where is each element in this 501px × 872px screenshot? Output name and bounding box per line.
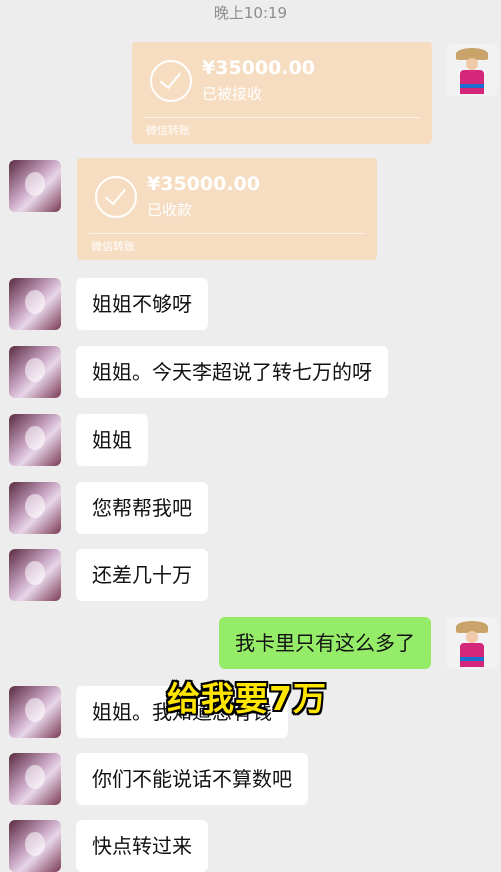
contact-avatar[interactable] [9,753,61,805]
avatar-face [25,561,45,585]
avatar-face [25,290,45,314]
transfer-amount: ¥35000.00 [147,173,260,195]
message-bubble[interactable]: 姐姐 [76,414,148,466]
my-message-bubble[interactable]: 我卡里只有这么多了 [219,617,431,669]
avatar-face [25,358,45,382]
transfer-label: 微信转账 [146,124,190,137]
avatar-face [25,426,45,450]
avatar-face [25,698,45,722]
transfer-label: 微信转账 [91,240,135,253]
avatar-face [25,832,45,856]
head-shape [466,58,478,70]
contact-avatar[interactable] [9,414,61,466]
contact-avatar[interactable] [9,686,61,738]
my-avatar[interactable] [446,617,498,669]
message-bubble[interactable]: 你们不能说话不算数吧 [76,753,308,805]
avatar-face [25,494,45,518]
contact-avatar[interactable] [9,549,61,601]
my-avatar[interactable] [446,44,498,96]
dress-shape [460,70,484,94]
avatar-face [25,765,45,789]
avatar-face [25,172,45,196]
contact-avatar[interactable] [9,346,61,398]
transfer-status: 已收款 [147,201,193,219]
contact-avatar[interactable] [9,482,61,534]
check-circle-icon [95,176,137,218]
message-bubble[interactable]: 姐姐不够呀 [76,278,208,330]
dress-shape [460,643,484,667]
transfer-card-received[interactable]: ¥35000.00 已收款 微信转账 [77,158,377,260]
message-bubble[interactable]: 快点转过来 [76,820,208,872]
message-bubble[interactable]: 姐姐。今天李超说了转七万的呀 [76,346,388,398]
dress-trim [460,84,484,88]
message-bubble[interactable]: 还差几十万 [76,549,208,601]
contact-avatar[interactable] [9,160,61,212]
transfer-amount: ¥35000.00 [202,57,315,79]
head-shape [466,631,478,643]
dress-trim [460,657,484,661]
transfer-divider [89,233,365,234]
overlay-caption: 给我要7万 [167,679,327,718]
transfer-status: 已被接收 [202,85,263,103]
contact-avatar[interactable] [9,820,61,872]
contact-avatar[interactable] [9,278,61,330]
check-circle-icon [150,60,192,102]
transfer-card-sent[interactable]: ¥35000.00 已被接收 微信转账 [132,42,432,144]
status-time: 晚上10:19 [213,4,288,22]
transfer-divider [144,117,420,118]
message-bubble[interactable]: 您帮帮我吧 [76,482,208,534]
